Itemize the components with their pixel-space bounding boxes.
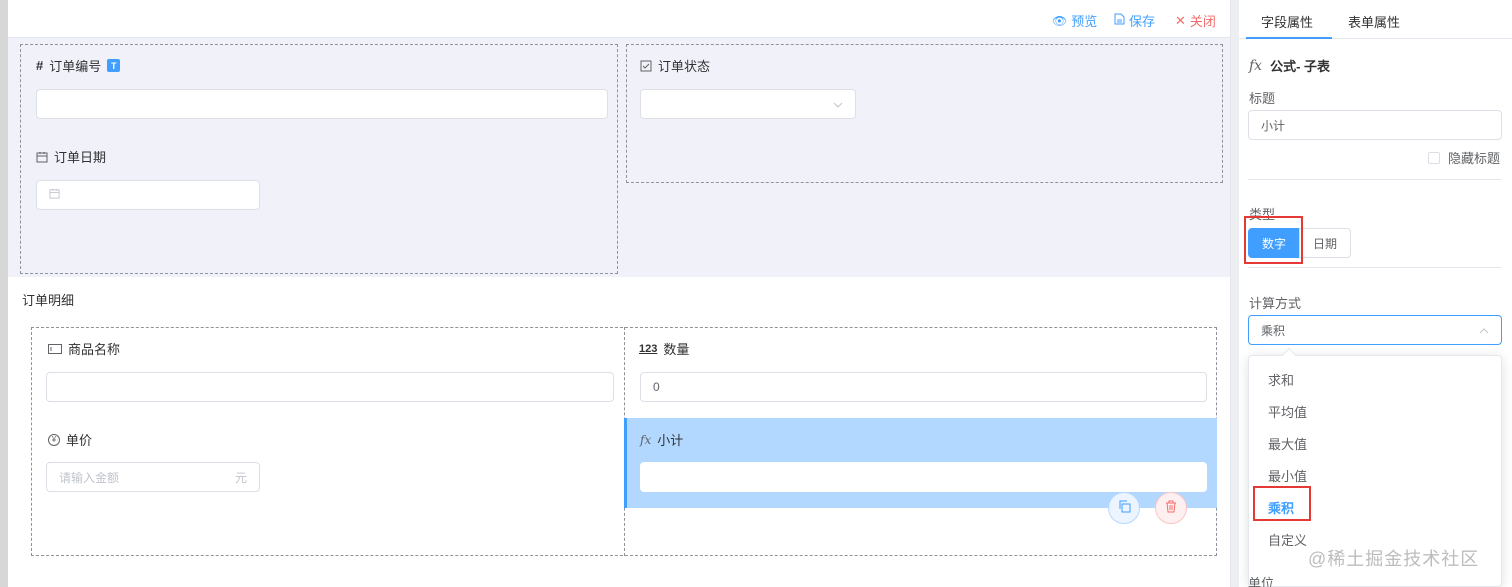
trash-icon bbox=[1165, 500, 1177, 516]
calc-method-select[interactable]: 乘积 bbox=[1248, 315, 1502, 345]
field-label-unit-price: ¥ 单价 bbox=[48, 430, 92, 449]
unit-prop-label: 单位 bbox=[1248, 576, 1275, 587]
formula-icon: fx bbox=[640, 432, 652, 447]
canvas-scrollbar[interactable] bbox=[1230, 0, 1239, 587]
yuan-icon: ¥ bbox=[48, 433, 60, 446]
panel-section-divider bbox=[1248, 267, 1502, 268]
product-name-input[interactable] bbox=[46, 372, 614, 402]
calc-option-max[interactable]: 最大值 bbox=[1268, 434, 1307, 453]
order-status-select[interactable] bbox=[640, 89, 856, 119]
field-label-product-name: 商品名称 bbox=[48, 339, 120, 358]
unit-price-input[interactable]: 请输入金额 元 bbox=[46, 462, 260, 492]
save-button[interactable]: 保存 bbox=[1114, 11, 1155, 30]
field-label-order-date: 订单日期 bbox=[36, 147, 106, 166]
chevron-down-icon bbox=[833, 97, 843, 111]
currency-suffix: 元 bbox=[234, 470, 247, 485]
text-type-badge: T bbox=[107, 59, 121, 72]
close-button[interactable]: ✕ 关闭 bbox=[1175, 11, 1216, 30]
highlight-box-product bbox=[1253, 486, 1311, 521]
calc-option-min[interactable]: 最小值 bbox=[1268, 466, 1307, 485]
designer-toolbar bbox=[8, 0, 1230, 38]
formula-icon: fx bbox=[1249, 57, 1263, 74]
checkbox-box bbox=[1428, 151, 1440, 164]
close-icon: ✕ bbox=[1175, 12, 1186, 28]
panel-field-header: fx 公式- 子表 bbox=[1249, 57, 1331, 75]
left-gutter bbox=[0, 0, 8, 587]
delete-field-button[interactable] bbox=[1155, 492, 1187, 524]
copy-icon bbox=[1118, 500, 1131, 516]
subtotal-input[interactable] bbox=[640, 462, 1207, 492]
document-icon bbox=[1114, 13, 1125, 28]
watermark: @稀土掘金技术社区 bbox=[1308, 549, 1480, 569]
grid-column-left[interactable] bbox=[20, 44, 618, 274]
order-no-input[interactable] bbox=[36, 89, 608, 119]
field-label-quantity: 123 数量 bbox=[639, 342, 690, 357]
preview-button[interactable]: 👁 预览 bbox=[1052, 11, 1097, 30]
chevron-up-icon bbox=[1479, 323, 1489, 337]
calc-option-sum[interactable]: 求和 bbox=[1268, 370, 1294, 389]
tab-form-properties[interactable]: 表单属性 bbox=[1348, 12, 1400, 31]
calc-option-custom[interactable]: 自定义 bbox=[1268, 530, 1307, 549]
hide-title-checkbox[interactable]: 隐藏标题 bbox=[1428, 148, 1500, 167]
subtable-title: 订单明细 bbox=[22, 293, 75, 308]
calc-method-label: 计算方式 bbox=[1249, 296, 1302, 311]
order-date-picker[interactable] bbox=[36, 180, 260, 210]
highlight-box-type bbox=[1244, 216, 1303, 264]
text-input-icon bbox=[48, 343, 62, 354]
checkbox-icon bbox=[640, 60, 652, 72]
type-option-date[interactable]: 日期 bbox=[1299, 228, 1351, 258]
active-tab-indicator bbox=[1246, 37, 1332, 39]
title-prop-input[interactable]: 小计 bbox=[1248, 110, 1502, 140]
calc-option-average[interactable]: 平均值 bbox=[1268, 402, 1307, 421]
field-label-order-no: # 订单编号 T bbox=[36, 56, 121, 75]
quantity-input[interactable]: 0 bbox=[640, 372, 1207, 402]
title-prop-label: 标题 bbox=[1249, 91, 1276, 106]
eye-icon: 👁 bbox=[1052, 13, 1068, 28]
calendar-icon bbox=[36, 151, 48, 163]
field-label-order-status: 订单状态 bbox=[640, 56, 710, 75]
calendar-icon bbox=[49, 188, 60, 202]
form-designer: 👁 预览 保存 ✕ 关闭 # 订单编号 T 订单日期 订单状态 订单明细 商品名… bbox=[0, 0, 1512, 587]
panel-section-divider bbox=[1248, 179, 1502, 180]
tab-field-properties[interactable]: 字段属性 bbox=[1261, 12, 1313, 31]
hash-icon: # bbox=[36, 58, 44, 73]
field-label-subtotal: fx 小计 bbox=[640, 432, 684, 449]
copy-field-button[interactable] bbox=[1108, 492, 1140, 524]
number-icon: 123 bbox=[639, 342, 658, 355]
